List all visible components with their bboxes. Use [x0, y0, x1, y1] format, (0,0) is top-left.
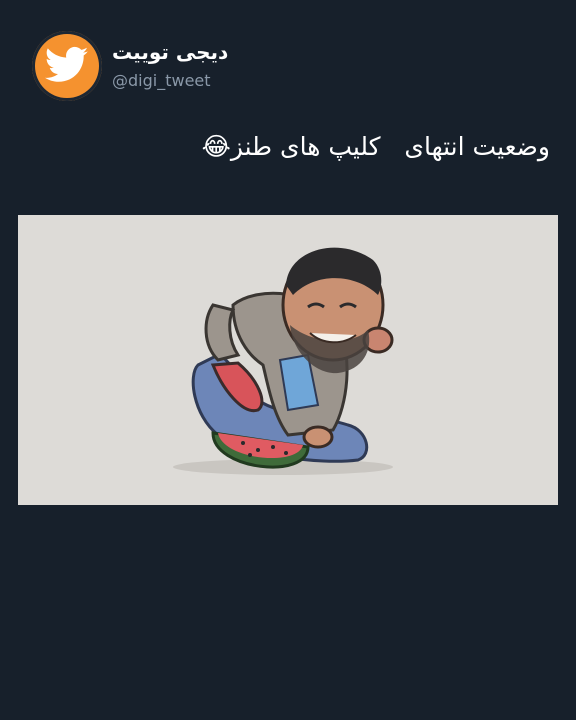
account-handle[interactable]: @digi_tweet	[112, 71, 211, 90]
tweet-text: وضعیت انتهای کلیپ های طنز😂	[201, 132, 550, 161]
cartoon-man-eating-watermelon-illustration	[173, 247, 394, 475]
tweet-header: دیجی توییت @digi_tweet	[32, 31, 552, 103]
account-name[interactable]: دیجی توییت	[112, 40, 228, 64]
tweet-media[interactable]	[18, 215, 558, 505]
bird-logo-icon	[44, 46, 89, 82]
avatar[interactable]	[32, 31, 102, 101]
